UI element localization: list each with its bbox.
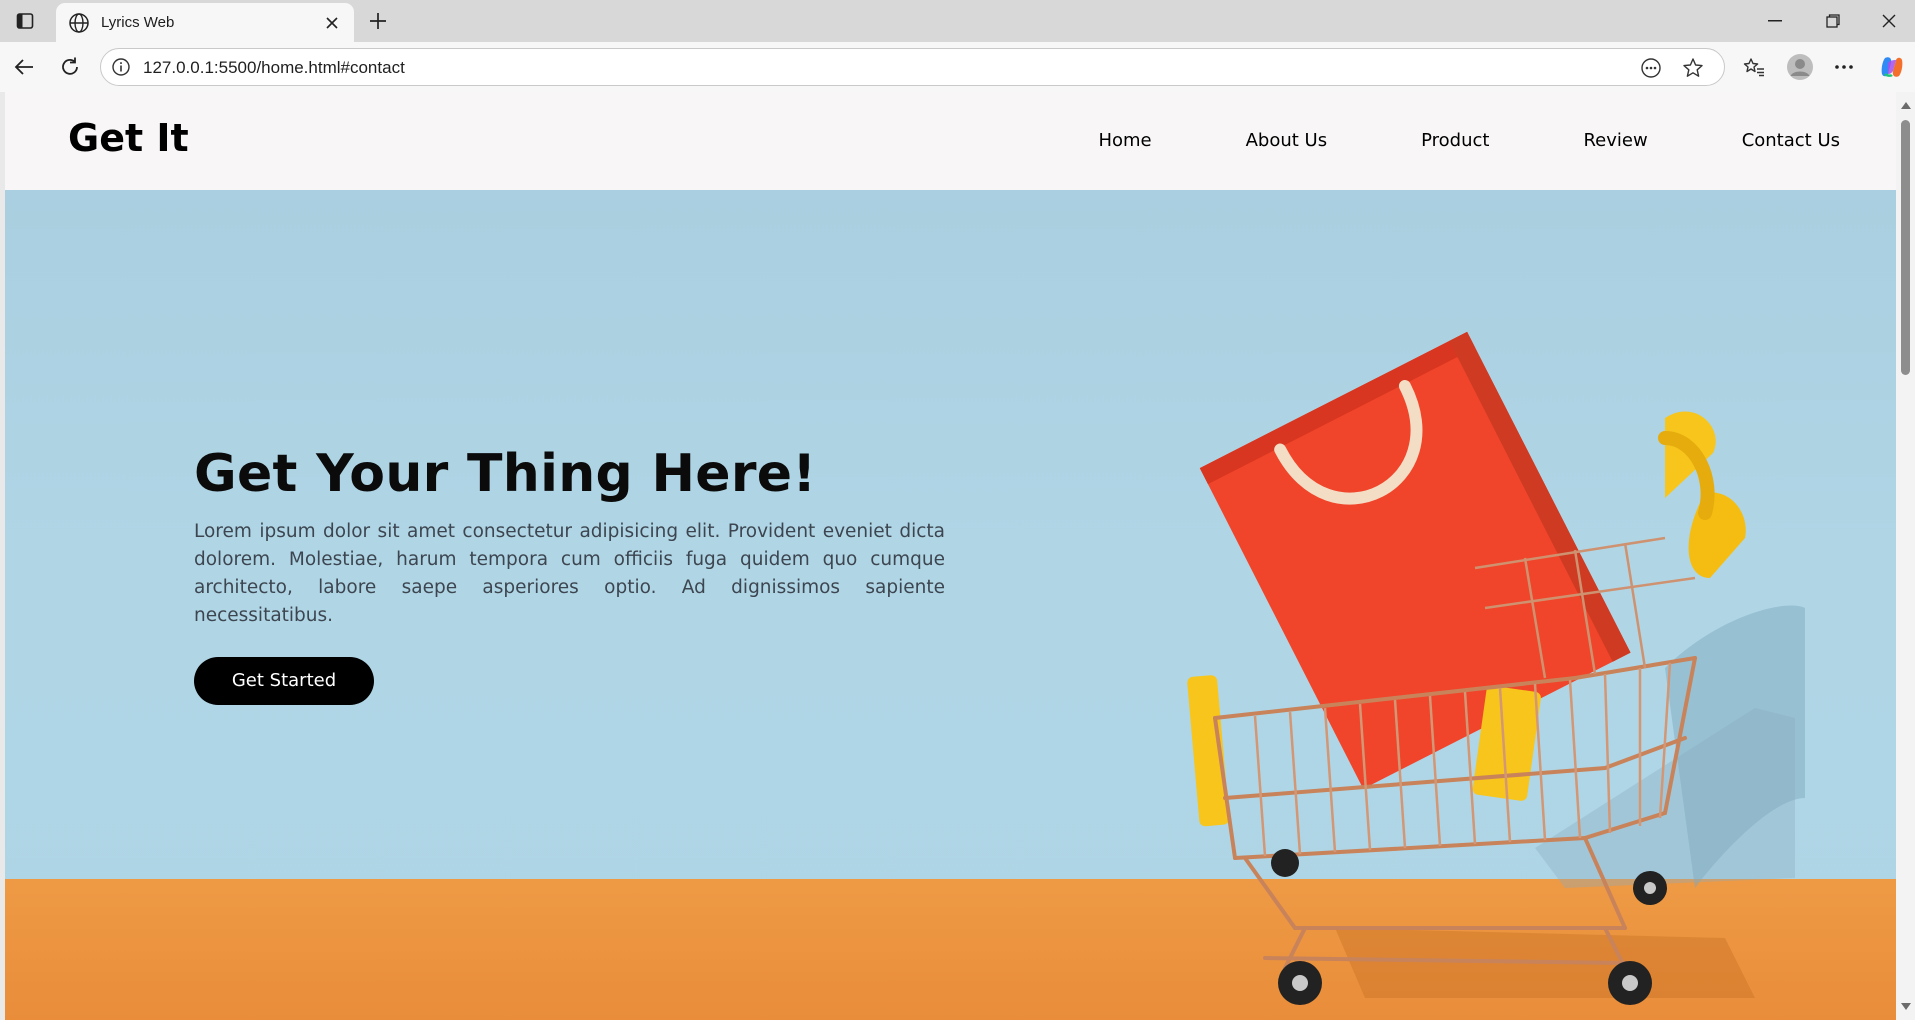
copilot-icon[interactable] — [1874, 50, 1910, 84]
nav-about-us[interactable]: About Us — [1246, 130, 1328, 151]
browser-toolbar: 127.0.0.1:5500/home.html#contact — [0, 42, 1915, 92]
address-bar[interactable]: 127.0.0.1:5500/home.html#contact — [100, 48, 1725, 86]
site-info-icon[interactable] — [111, 57, 131, 77]
nav-home[interactable]: Home — [1098, 130, 1151, 151]
site-header: Get It Home About Us Product Review Cont… — [5, 92, 1896, 190]
refresh-icon[interactable] — [52, 50, 88, 84]
close-tab-icon[interactable] — [322, 13, 342, 33]
nav-contact-us[interactable]: Contact Us — [1742, 130, 1840, 151]
main-nav: Home About Us Product Review Contact Us — [1004, 130, 1840, 151]
get-started-button[interactable]: Get Started — [194, 656, 374, 705]
browser-tab-bar: Lyrics Web — [0, 0, 1915, 42]
page-scrollbar[interactable] — [1896, 92, 1915, 1020]
tab-actions-icon[interactable] — [6, 6, 44, 36]
close-window-icon[interactable] — [1858, 0, 1915, 42]
nav-product[interactable]: Product — [1421, 130, 1489, 151]
page-viewport: Get It Home About Us Product Review Cont… — [5, 92, 1896, 1020]
favorite-star-icon[interactable] — [1681, 56, 1705, 80]
scroll-down-arrow-icon[interactable] — [1901, 1003, 1911, 1010]
back-icon[interactable] — [6, 50, 42, 84]
url-text: 127.0.0.1:5500/home.html#contact — [143, 58, 405, 77]
new-tab-icon[interactable] — [362, 6, 394, 36]
more-options-icon[interactable] — [1826, 50, 1862, 84]
profile-avatar-icon[interactable] — [1782, 50, 1818, 84]
nav-review[interactable]: Review — [1583, 130, 1647, 151]
scroll-up-arrow-icon[interactable] — [1901, 102, 1911, 109]
favorites-icon[interactable] — [1736, 50, 1772, 84]
scrollbar-thumb[interactable] — [1901, 120, 1910, 375]
globe-icon — [68, 12, 90, 34]
active-tab[interactable]: Lyrics Web — [56, 3, 354, 42]
minimize-icon[interactable] — [1744, 0, 1806, 42]
hero-section: Get Your Thing Here! Lorem ipsum dolor s… — [5, 190, 1896, 1020]
tab-title: Lyrics Web — [101, 14, 175, 31]
restore-icon[interactable] — [1802, 0, 1864, 42]
site-logo[interactable]: Get It — [68, 116, 189, 160]
shopping-cart-with-bag-image — [1187, 331, 1805, 1005]
hero-description: Lorem ipsum dolor sit amet consectetur a… — [194, 520, 945, 626]
hero-headline: Get Your Thing Here! — [194, 444, 817, 504]
hero-text-block: Get Your Thing Here! Lorem ipsum dolor s… — [194, 444, 945, 705]
read-aloud-icon[interactable] — [1639, 56, 1663, 80]
